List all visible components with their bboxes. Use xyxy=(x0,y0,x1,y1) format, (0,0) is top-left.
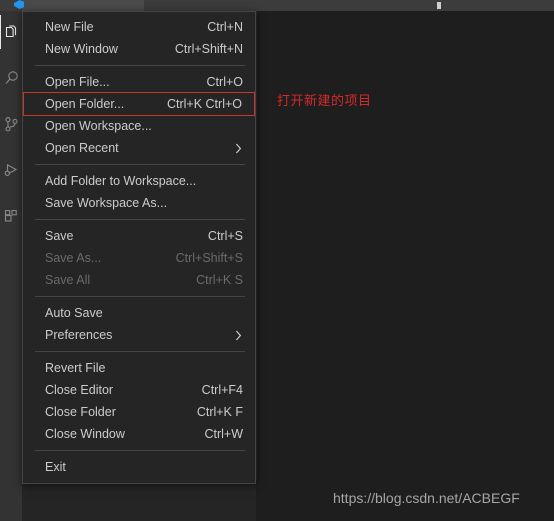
activity-bar-bottom-pad xyxy=(0,480,22,521)
menu-item-label: Save Workspace As... xyxy=(45,196,168,210)
menu-item-label: New Window xyxy=(45,42,118,56)
menu-item-label: Save As... xyxy=(45,251,102,265)
run-debug-icon xyxy=(3,162,20,179)
menu-separator xyxy=(35,450,245,451)
menu-item-open-recent[interactable]: Open Recent xyxy=(23,137,255,159)
menu-item-accelerator: Ctrl+O xyxy=(206,75,243,89)
menu-item-close-folder[interactable]: Close Folder Ctrl+K F xyxy=(23,401,255,423)
editor-area[interactable] xyxy=(256,11,554,521)
menu-item-label: Save All xyxy=(45,273,91,287)
sidebar-item-explorer[interactable] xyxy=(0,15,22,49)
editor-tab-active[interactable] xyxy=(22,0,144,11)
menu-item-label: Add Folder to Workspace... xyxy=(45,174,197,188)
menu-item-accelerator: Ctrl+Shift+N xyxy=(174,42,243,56)
titlebar xyxy=(0,0,554,11)
menu-item-accelerator: Ctrl+S xyxy=(207,229,243,243)
menu-item-new-file[interactable]: New File Ctrl+N xyxy=(23,16,255,38)
menu-item-accelerator: Ctrl+K Ctrl+O xyxy=(166,97,242,111)
menu-item-save[interactable]: Save Ctrl+S xyxy=(23,225,255,247)
watermark-url: https://blog.csdn.net/ACBEGF xyxy=(333,490,520,506)
menu-item-label: Preferences xyxy=(45,328,113,342)
menu-item-close-editor[interactable]: Close Editor Ctrl+F4 xyxy=(23,379,255,401)
menu-item-revert-file[interactable]: Revert File xyxy=(23,357,255,379)
menu-item-save-as: Save As... Ctrl+Shift+S xyxy=(23,247,255,269)
menu-item-accelerator: Ctrl+N xyxy=(207,20,243,34)
menu-item-label: Open Recent xyxy=(45,141,119,155)
chevron-right-icon xyxy=(234,137,243,159)
vscode-window: New File Ctrl+N New Window Ctrl+Shift+N Open… xyxy=(0,0,554,521)
menu-item-accelerator: Ctrl+K F xyxy=(196,405,243,419)
menu-separator xyxy=(35,164,245,165)
sidebar-item-extensions[interactable] xyxy=(0,199,22,233)
sidebar-item-search[interactable] xyxy=(0,61,22,95)
menu-item-accelerator: Ctrl+Shift+S xyxy=(175,251,243,265)
menu-item-accelerator: Ctrl+W xyxy=(204,427,243,441)
sidebar-bottom-pad xyxy=(22,480,256,521)
menu-item-accelerator: Ctrl+K S xyxy=(196,273,243,287)
sidebar-item-run-and-debug[interactable] xyxy=(0,153,22,187)
activity-bar xyxy=(0,11,22,521)
menu-item-open-file[interactable]: Open File... Ctrl+O xyxy=(23,71,255,93)
menu-item-save-all: Save All Ctrl+K S xyxy=(23,269,255,291)
search-icon xyxy=(3,70,20,87)
sidebar-item-source-control[interactable] xyxy=(0,107,22,141)
menu-item-add-folder-to-workspace[interactable]: Add Folder to Workspace... xyxy=(23,170,255,192)
menu-item-label: New File xyxy=(45,20,94,34)
editor-left-border xyxy=(256,11,257,521)
menu-item-preferences[interactable]: Preferences xyxy=(23,324,255,346)
menu-item-label: Auto Save xyxy=(45,306,103,320)
extensions-icon xyxy=(3,208,20,225)
menu-item-label: Close Editor xyxy=(45,383,114,397)
menu-item-label: Save xyxy=(45,229,74,243)
menu-item-accelerator: Ctrl+F4 xyxy=(201,383,243,397)
menu-separator xyxy=(35,351,245,352)
menu-item-new-window[interactable]: New Window Ctrl+Shift+N xyxy=(23,38,255,60)
menu-item-open-folder[interactable]: Open Folder... Ctrl+K Ctrl+O xyxy=(23,92,255,116)
menu-separator xyxy=(35,65,245,66)
source-control-icon xyxy=(3,116,20,133)
menu-item-auto-save[interactable]: Auto Save xyxy=(23,302,255,324)
menu-item-label: Open File... xyxy=(45,75,110,89)
menu-item-save-workspace-as[interactable]: Save Workspace As... xyxy=(23,192,255,214)
tab-dirty-indicator-icon xyxy=(437,2,441,9)
files-icon xyxy=(3,24,20,41)
menu-item-close-window[interactable]: Close Window Ctrl+W xyxy=(23,423,255,445)
vscode-logo-icon xyxy=(14,0,24,9)
menu-item-open-workspace[interactable]: Open Workspace... xyxy=(23,115,255,137)
menu-item-label: Close Window xyxy=(45,427,125,441)
menu-item-label: Open Folder... xyxy=(45,97,125,111)
menu-item-exit[interactable]: Exit xyxy=(23,456,255,478)
chevron-right-icon xyxy=(234,324,243,346)
menu-item-label: Open Workspace... xyxy=(45,119,152,133)
file-menu[interactable]: New File Ctrl+N New Window Ctrl+Shift+N Open… xyxy=(22,11,256,484)
menu-item-label: Close Folder xyxy=(45,405,116,419)
annotation-text: 打开新建的项目 xyxy=(277,94,372,109)
menu-separator xyxy=(35,296,245,297)
menu-item-label: Revert File xyxy=(45,361,106,375)
menu-separator xyxy=(35,219,245,220)
menu-item-label: Exit xyxy=(45,460,66,474)
